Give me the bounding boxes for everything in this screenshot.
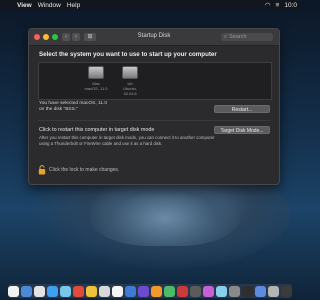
menu-item-window[interactable]: Window <box>38 2 61 9</box>
dock-app-icon[interactable] <box>21 285 32 297</box>
dock-app-icon[interactable] <box>138 285 149 297</box>
title-bar[interactable]: ‹ › ⊞ Startup Disk ⌕ Search <box>29 29 279 46</box>
target-disk-mode-button[interactable]: Target Disk Mode... <box>214 126 270 134</box>
dock-app-icon[interactable] <box>177 285 188 297</box>
dock-app-icon[interactable] <box>99 285 110 297</box>
dock-app-icon[interactable] <box>8 285 19 297</box>
disk-item-ubuntu[interactable]: Ub Ubuntu, 18.04.6 <box>117 66 143 96</box>
disk-list: Mac macOS, 11.0 Ub Ubuntu, 18.04.6 <box>38 62 272 100</box>
selection-line-2: on the disk "BSS." <box>39 107 78 112</box>
dock-app-icon[interactable] <box>73 285 84 297</box>
dock-app-icon[interactable] <box>164 285 175 297</box>
dock-app-icon[interactable] <box>281 285 292 297</box>
target-disk-mode-description: After you restart this computer in targe… <box>39 135 215 146</box>
wifi-icon[interactable]: ◠ <box>265 1 271 9</box>
menu-clock[interactable]: 10:0 <box>284 2 297 9</box>
menu-extras: ◠ ≡ 10:0 <box>265 1 297 10</box>
dock-app-icon[interactable] <box>190 285 201 297</box>
dock-app-icon[interactable] <box>268 285 279 297</box>
dock-app-icon[interactable] <box>125 285 136 297</box>
dock-app-icon[interactable] <box>34 285 45 297</box>
lock-hint-text: Click the lock to make changes. <box>49 167 120 173</box>
dock-app-icon[interactable] <box>242 285 253 297</box>
disk-os: macOS, 11.0 <box>84 86 108 91</box>
search-icon: ⌕ <box>224 34 228 40</box>
dock-app-icon[interactable] <box>151 285 162 297</box>
menu-item-help[interactable]: Help <box>67 2 80 9</box>
divider <box>38 120 270 121</box>
dock-app-icon[interactable] <box>47 285 58 297</box>
dock-app-icon[interactable] <box>86 285 97 297</box>
restart-button[interactable]: Restart... <box>214 105 270 113</box>
lock-icon[interactable] <box>38 165 46 175</box>
dock-app-icon[interactable] <box>216 285 227 297</box>
menu-bar: View Window Help ◠ ≡ 10:0 <box>0 0 300 10</box>
disk-os: Ubuntu, 18.04.6 <box>122 86 137 96</box>
instruction-heading: Select the system you want to use to sta… <box>39 51 217 58</box>
search-placeholder: Search <box>229 34 247 40</box>
startup-disk-window: ‹ › ⊞ Startup Disk ⌕ Search Select the s… <box>28 28 280 185</box>
dock <box>8 284 292 298</box>
dock-app-icon[interactable] <box>203 285 214 297</box>
dock-app-icon[interactable] <box>60 285 71 297</box>
wallpaper-peak <box>90 176 240 246</box>
hard-disk-icon <box>122 66 138 79</box>
hard-disk-icon <box>88 66 104 79</box>
menu-app-name[interactable]: View <box>17 2 32 9</box>
search-field[interactable]: ⌕ Search <box>221 33 273 41</box>
control-center-icon[interactable]: ≡ <box>276 2 280 9</box>
dock-app-icon[interactable] <box>112 285 123 297</box>
disk-item-mac[interactable]: Mac macOS, 11.0 <box>83 66 109 91</box>
selection-status: You have selected macOS, 11.0 on the dis… <box>39 101 159 113</box>
target-disk-mode-title: Click to restart this computer in target… <box>39 127 155 133</box>
dock-app-icon[interactable] <box>229 285 240 297</box>
dock-app-icon[interactable] <box>255 285 266 297</box>
